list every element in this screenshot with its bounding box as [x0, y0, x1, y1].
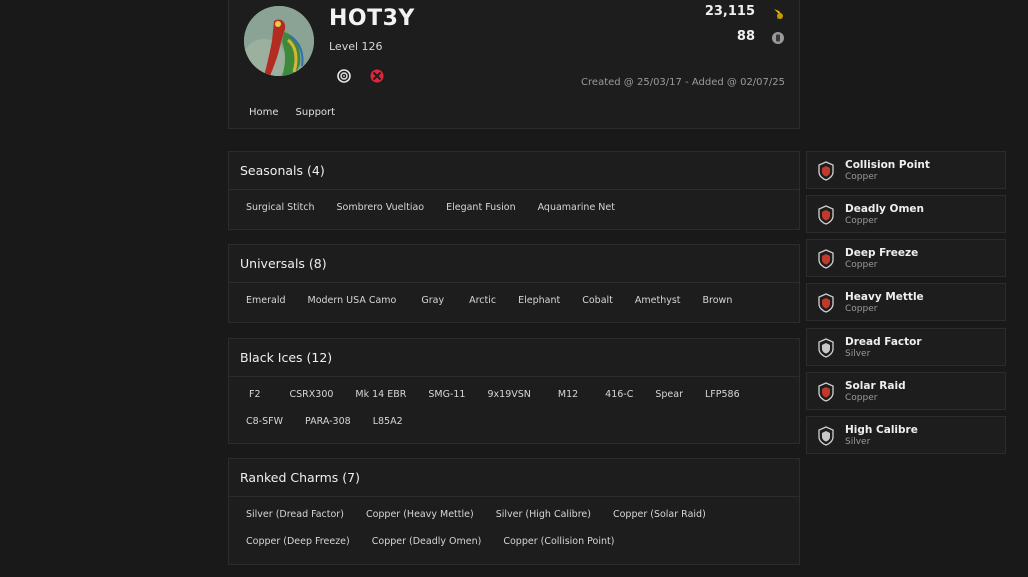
charm-card-collision-point[interactable]: Collision Point Copper — [806, 151, 1006, 189]
charm-card-deep-freeze[interactable]: Deep Freeze Copper — [806, 239, 1006, 277]
charm-rank: Copper — [845, 304, 878, 314]
section-title: Universals (8) — [229, 245, 799, 283]
charm-chip[interactable]: Copper (Deadly Omen) — [361, 528, 493, 555]
renown-icon — [772, 32, 784, 44]
skin-chip[interactable]: Sombrero Vueltiao — [326, 194, 436, 221]
charm-name: Heavy Mettle — [845, 291, 924, 303]
renown-balance: 88 — [736, 29, 755, 44]
skin-chip[interactable]: Elegant Fusion — [435, 194, 527, 221]
charm-card-solar-raid[interactable]: Solar Raid Copper — [806, 372, 1006, 410]
ubisoft-icon[interactable] — [335, 67, 353, 85]
profile-card: HOT3Y Level 126 23,115 88 Created @ 25/0… — [228, 0, 800, 129]
skin-chip[interactable]: F2 — [235, 381, 279, 408]
avatar[interactable] — [244, 6, 314, 76]
coin-icon — [774, 9, 783, 19]
charm-rank: Silver — [845, 349, 871, 359]
rank-shield-icon — [818, 161, 834, 181]
charm-name: Collision Point — [845, 159, 930, 171]
skin-chip[interactable]: Brown — [692, 287, 744, 314]
skin-chip[interactable]: SMG-11 — [417, 381, 476, 408]
skin-chip[interactable]: LFP586 — [694, 381, 751, 408]
skin-chip[interactable]: Gray — [407, 287, 458, 314]
skin-chip[interactable]: L85A2 — [362, 408, 414, 435]
charm-rank: Copper — [845, 172, 878, 182]
charm-card-deadly-omen[interactable]: Deadly Omen Copper — [806, 195, 1006, 233]
rank-shield-icon — [818, 205, 834, 225]
skin-chip[interactable]: Arctic — [458, 287, 507, 314]
skin-chip[interactable]: Amethyst — [624, 287, 692, 314]
section-title: Black Ices (12) — [229, 339, 799, 377]
rank-shield-icon — [818, 426, 834, 446]
rank-shield-icon — [818, 338, 834, 358]
charm-chip[interactable]: Silver (High Calibre) — [485, 501, 602, 528]
black-ices-section: Black Ices (12) F2 CSRX300 Mk 14 EBR SMG… — [228, 338, 800, 444]
skin-chip[interactable]: PARA-308 — [294, 408, 362, 435]
charm-rank: Silver — [845, 437, 871, 447]
skin-chip[interactable]: C8-SFW — [235, 408, 294, 435]
ranked-charms-section: Ranked Charms (7) Silver (Dread Factor) … — [228, 458, 800, 565]
skin-chip[interactable]: 416-C — [594, 381, 644, 408]
player-level: Level 126 — [329, 40, 383, 53]
charm-name: High Calibre — [845, 424, 918, 436]
charm-chip[interactable]: Silver (Dread Factor) — [235, 501, 355, 528]
charm-chip[interactable]: Copper (Solar Raid) — [602, 501, 717, 528]
skin-chip[interactable]: Emerald — [235, 287, 297, 314]
skin-chip[interactable]: Modern USA Camo — [297, 287, 408, 314]
skin-chip[interactable]: Surgical Stitch — [235, 194, 326, 221]
universals-section: Universals (8) Emerald Modern USA Camo G… — [228, 244, 800, 323]
username: HOT3Y — [329, 6, 415, 31]
skin-chip[interactable]: Mk 14 EBR — [344, 381, 417, 408]
charm-card-heavy-mettle[interactable]: Heavy Mettle Copper — [806, 283, 1006, 321]
charm-name: Dread Factor — [845, 336, 922, 348]
skin-chip[interactable]: Spear — [644, 381, 694, 408]
seasonals-section: Seasonals (4) Surgical Stitch Sombrero V… — [228, 151, 800, 230]
charm-name: Deadly Omen — [845, 203, 925, 215]
skin-chip[interactable]: CSRX300 — [279, 381, 345, 408]
skin-chip[interactable]: 9x19VSN — [476, 381, 541, 408]
profile-nav: Home Support — [249, 107, 335, 118]
rank-shield-icon — [818, 249, 834, 269]
coin-balance: 23,115 — [704, 4, 755, 19]
charm-name: Deep Freeze — [845, 247, 919, 259]
charm-name: Solar Raid — [845, 380, 906, 392]
rank-shield-icon — [818, 293, 834, 313]
skin-chip[interactable]: Aquamarine Net — [527, 194, 626, 221]
skin-chip[interactable]: M12 — [542, 381, 594, 408]
rank-shield-icon — [818, 382, 834, 402]
skin-chip[interactable]: Cobalt — [571, 287, 624, 314]
xbox-icon[interactable] — [368, 67, 386, 85]
charm-card-high-calibre[interactable]: High Calibre Silver — [806, 416, 1006, 454]
charm-chip[interactable]: Copper (Heavy Mettle) — [355, 501, 485, 528]
charm-card-dread-factor[interactable]: Dread Factor Silver — [806, 328, 1006, 366]
section-title: Ranked Charms (7) — [229, 459, 799, 497]
account-dates: Created @ 25/03/17 - Added @ 02/07/25 — [581, 77, 785, 88]
nav-home[interactable]: Home — [249, 107, 279, 118]
charm-rank: Copper — [845, 393, 878, 403]
charm-chip[interactable]: Copper (Deep Freeze) — [235, 528, 361, 555]
skin-chip[interactable]: Elephant — [507, 287, 571, 314]
nav-support[interactable]: Support — [296, 107, 336, 118]
charm-rank: Copper — [845, 216, 878, 226]
charm-chip[interactable]: Copper (Collision Point) — [492, 528, 625, 555]
section-title: Seasonals (4) — [229, 152, 799, 190]
charm-rank: Copper — [845, 260, 878, 270]
